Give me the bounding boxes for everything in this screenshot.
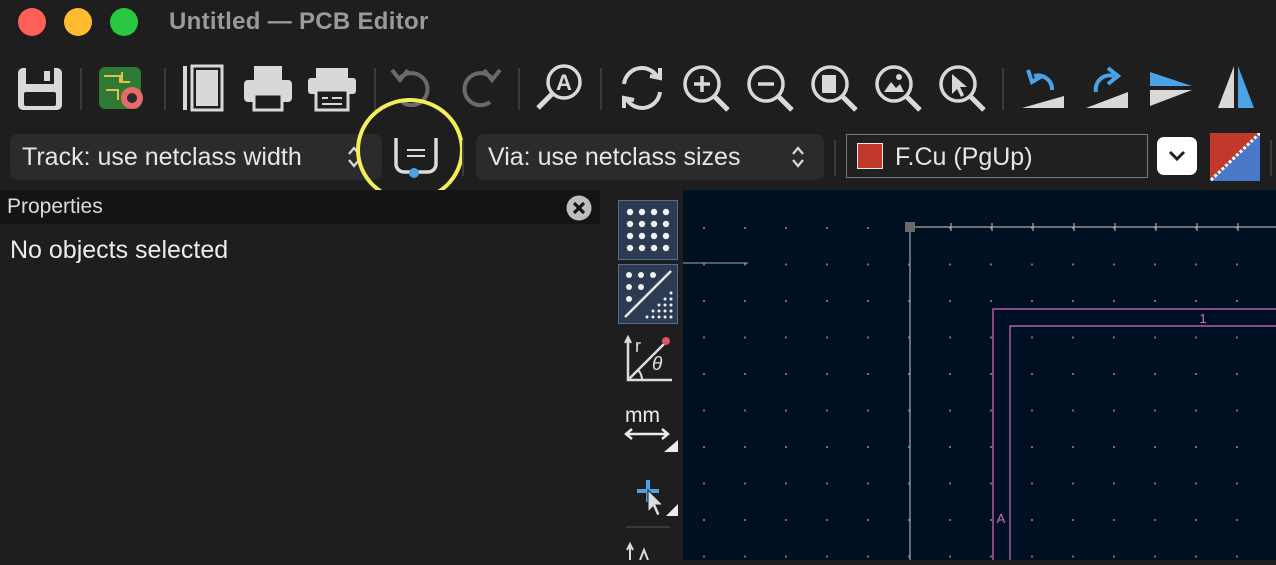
close-window-button[interactable] — [18, 8, 46, 36]
mirror-horizontal-icon[interactable] — [1210, 62, 1262, 114]
units-mm-icon[interactable]: mm — [622, 404, 680, 454]
window-title: Untitled — PCB Editor — [169, 8, 429, 35]
properties-panel-title: Properties — [7, 195, 103, 218]
toolbar-separator — [462, 140, 464, 176]
highlight-circle — [356, 98, 464, 202]
print-icon[interactable] — [242, 62, 294, 114]
zoom-objects-icon[interactable] — [872, 62, 924, 114]
zoom-out-icon[interactable] — [744, 62, 796, 114]
sheet-outer-border — [909, 226, 1276, 560]
polar-r-label: r — [635, 336, 641, 356]
zoom-selection-icon[interactable] — [936, 62, 988, 114]
toolbar-separator — [834, 140, 836, 176]
title-frame-inner — [1009, 325, 1276, 560]
toolbar-separator — [374, 68, 376, 110]
toolbar-separator — [80, 68, 82, 110]
toolbar-separator — [518, 68, 520, 110]
rotate-ccw-icon[interactable] — [1018, 62, 1070, 114]
origin-marker — [905, 222, 915, 232]
minimize-window-button[interactable] — [64, 8, 92, 36]
board-setup-icon[interactable] — [96, 62, 148, 114]
via-size-value: Via: use netclass sizes — [488, 143, 741, 171]
refresh-icon[interactable] — [616, 62, 668, 114]
layer-name: F.Cu (PgUp) — [895, 143, 1033, 171]
close-icon — [566, 195, 592, 221]
toolbar-separator — [1002, 68, 1004, 110]
layer-pair-icon[interactable] — [1208, 131, 1262, 183]
find-icon[interactable]: A — [534, 62, 586, 114]
page-settings-icon[interactable] — [178, 62, 230, 114]
toolbar-separator — [600, 68, 602, 110]
close-panel-button[interactable] — [565, 194, 593, 222]
title-frame-outer — [992, 308, 1276, 560]
zoom-fit-icon[interactable] — [808, 62, 860, 114]
sheet-row-label: A — [997, 511, 1006, 526]
rotate-cw-icon[interactable] — [1082, 62, 1134, 114]
properties-panel-body — [0, 224, 600, 560]
grid-overrides-icon[interactable] — [618, 264, 678, 324]
zoom-in-icon[interactable] — [680, 62, 732, 114]
no-selection-message: No objects selected — [10, 236, 229, 264]
layer-color-swatch — [857, 143, 883, 169]
flip-vertical-icon[interactable] — [1146, 62, 1198, 114]
grid-dots-icon[interactable] — [618, 200, 678, 260]
zoom-window-button[interactable] — [110, 8, 138, 36]
layer-dropdown-button[interactable] — [1157, 137, 1197, 175]
via-size-select[interactable]: Via: use netclass sizes — [476, 134, 824, 180]
track-width-value: Track: use netclass width — [22, 143, 302, 171]
sheet-column-label: 1 — [1199, 311, 1206, 326]
chevron-down-icon — [1168, 150, 1186, 162]
redo-icon[interactable] — [454, 62, 506, 114]
chevron-updown-icon — [792, 146, 804, 168]
track-width-select[interactable]: Track: use netclass width — [10, 134, 382, 180]
canvas-drawing: 1 A — [683, 222, 1276, 560]
save-icon[interactable] — [14, 62, 66, 114]
polar-coordinates-icon[interactable]: r θ — [620, 332, 676, 388]
pcb-canvas[interactable]: 1 A — [683, 190, 1276, 560]
toolbar-separator — [164, 68, 166, 110]
left-toolbar-separator — [626, 526, 670, 528]
layer-select[interactable]: F.Cu (PgUp) — [846, 134, 1148, 178]
toolbar-separator — [1270, 140, 1272, 176]
cursor-crosshair-icon[interactable] — [628, 474, 680, 520]
measure-icon[interactable] — [626, 540, 666, 561]
units-label: mm — [625, 404, 660, 427]
plot-icon[interactable] — [306, 62, 358, 114]
svg-text:A: A — [556, 70, 572, 95]
polar-theta-label: θ — [652, 354, 663, 375]
